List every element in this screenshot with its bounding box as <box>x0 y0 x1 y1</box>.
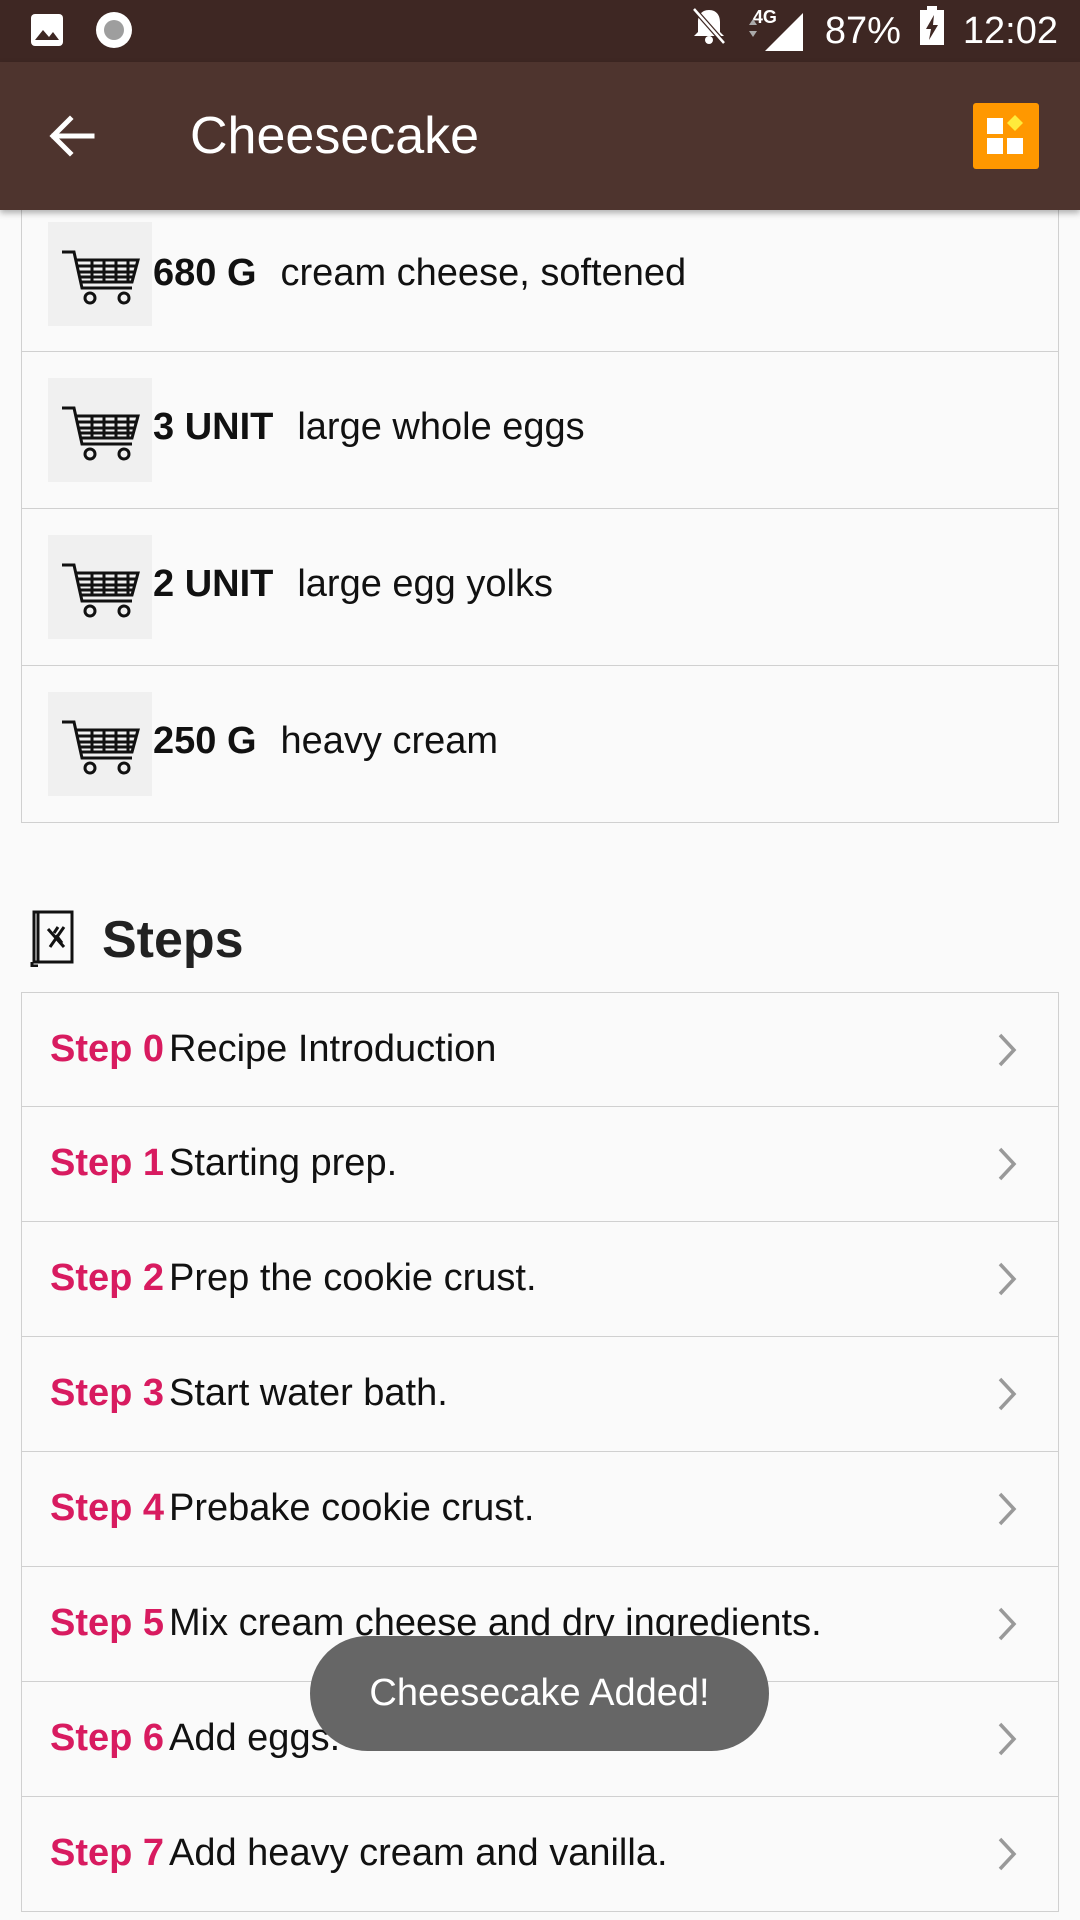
chevron-right-icon <box>996 1490 1018 1528</box>
ingredient-qty: 2 UNIT <box>153 563 274 605</box>
ingredient-qty: 680 G <box>153 252 257 294</box>
chevron-right-icon <box>996 1260 1018 1298</box>
cart-icon[interactable] <box>48 535 152 639</box>
ingredient-row[interactable]: 3 UNIT large whole eggs <box>21 352 1059 509</box>
cart-icon[interactable] <box>48 378 152 482</box>
dashboard-icon <box>973 115 1039 173</box>
ingredients-list: 680 G cream cheese, softened 3 UNIT large … <box>21 210 1059 823</box>
status-bar: 4G 87% 12:02 <box>0 0 1080 62</box>
toast-message: Cheesecake Added! <box>310 1636 769 1751</box>
chevron-right-icon <box>996 1605 1018 1643</box>
step-row[interactable]: Step 0 Recipe Introduction <box>21 992 1059 1107</box>
step-text: Starting prep. <box>169 1142 398 1184</box>
chevron-right-icon <box>996 1835 1018 1873</box>
step-label: Step 2 <box>50 1257 165 1299</box>
battery-charging-icon <box>919 6 945 56</box>
steps-header: Steps <box>28 905 244 975</box>
step-row[interactable]: Step 3 Start water bath. <box>21 1337 1059 1452</box>
signal-icon: 4G <box>745 7 807 53</box>
ingredient-row[interactable]: 680 G cream cheese, softened <box>21 210 1059 352</box>
step-text: Recipe Introduction <box>169 1028 497 1070</box>
step-label: Step 0 <box>50 1028 165 1070</box>
image-icon <box>30 13 64 52</box>
cart-icon[interactable] <box>48 692 152 796</box>
ingredient-name: cream cheese, softened <box>280 252 687 294</box>
step-text: Prep the cookie crust. <box>169 1257 537 1299</box>
step-text: Prebake cookie crust. <box>169 1487 535 1529</box>
cart-icon[interactable] <box>48 222 152 326</box>
clock: 12:02 <box>962 9 1058 52</box>
ingredient-text: 3 UNIT large whole eggs <box>153 406 585 449</box>
step-label: Step 4 <box>50 1487 165 1529</box>
step-row[interactable]: Step 7 Add heavy cream and vanilla. <box>21 1797 1059 1912</box>
chevron-right-icon <box>996 1720 1018 1758</box>
back-button[interactable] <box>44 108 100 164</box>
ingredient-text: 680 G cream cheese, softened <box>153 252 686 295</box>
arrow-back-icon <box>44 115 100 168</box>
step-text: Start water bath. <box>169 1372 448 1414</box>
step-label: Step 1 <box>50 1142 165 1184</box>
step-row[interactable]: Step 1 Starting prep. <box>21 1107 1059 1222</box>
ingredient-qty: 3 UNIT <box>153 406 274 448</box>
chevron-right-icon <box>996 1031 1018 1069</box>
step-text: Add eggs. <box>169 1717 341 1759</box>
ingredient-text: 250 G heavy cream <box>153 720 498 763</box>
step-row[interactable]: Step 2 Prep the cookie crust. <box>21 1222 1059 1337</box>
step-label: Step 6 <box>50 1717 165 1759</box>
steps-title: Steps <box>102 911 244 969</box>
page-title: Cheesecake <box>190 107 480 165</box>
ingredient-qty: 250 G <box>153 720 257 762</box>
ingredient-name: large whole eggs <box>297 406 585 448</box>
ingredient-name: heavy cream <box>280 720 499 762</box>
step-label: Step 7 <box>50 1832 165 1874</box>
battery-percent: 87% <box>824 9 901 52</box>
step-text: Add heavy cream and vanilla. <box>169 1832 668 1874</box>
dashboard-button[interactable] <box>973 103 1039 169</box>
step-label: Step 3 <box>50 1372 165 1414</box>
record-icon <box>94 10 134 55</box>
chevron-right-icon <box>996 1145 1018 1183</box>
steps-list: Step 0 Recipe Introduction Step 1 Starti… <box>21 992 1059 1912</box>
ingredient-row[interactable]: 2 UNIT large egg yolks <box>21 509 1059 666</box>
app-bar: Cheesecake <box>0 62 1080 210</box>
ingredient-text: 2 UNIT large egg yolks <box>153 563 553 606</box>
bell-off-icon <box>691 6 727 56</box>
step-label: Step 5 <box>50 1602 165 1644</box>
chevron-right-icon <box>996 1375 1018 1413</box>
ingredient-name: large egg yolks <box>297 563 553 605</box>
recipe-book-icon <box>28 909 76 972</box>
ingredient-row[interactable]: 250 G heavy cream <box>21 666 1059 823</box>
step-row[interactable]: Step 4 Prebake cookie crust. <box>21 1452 1059 1567</box>
